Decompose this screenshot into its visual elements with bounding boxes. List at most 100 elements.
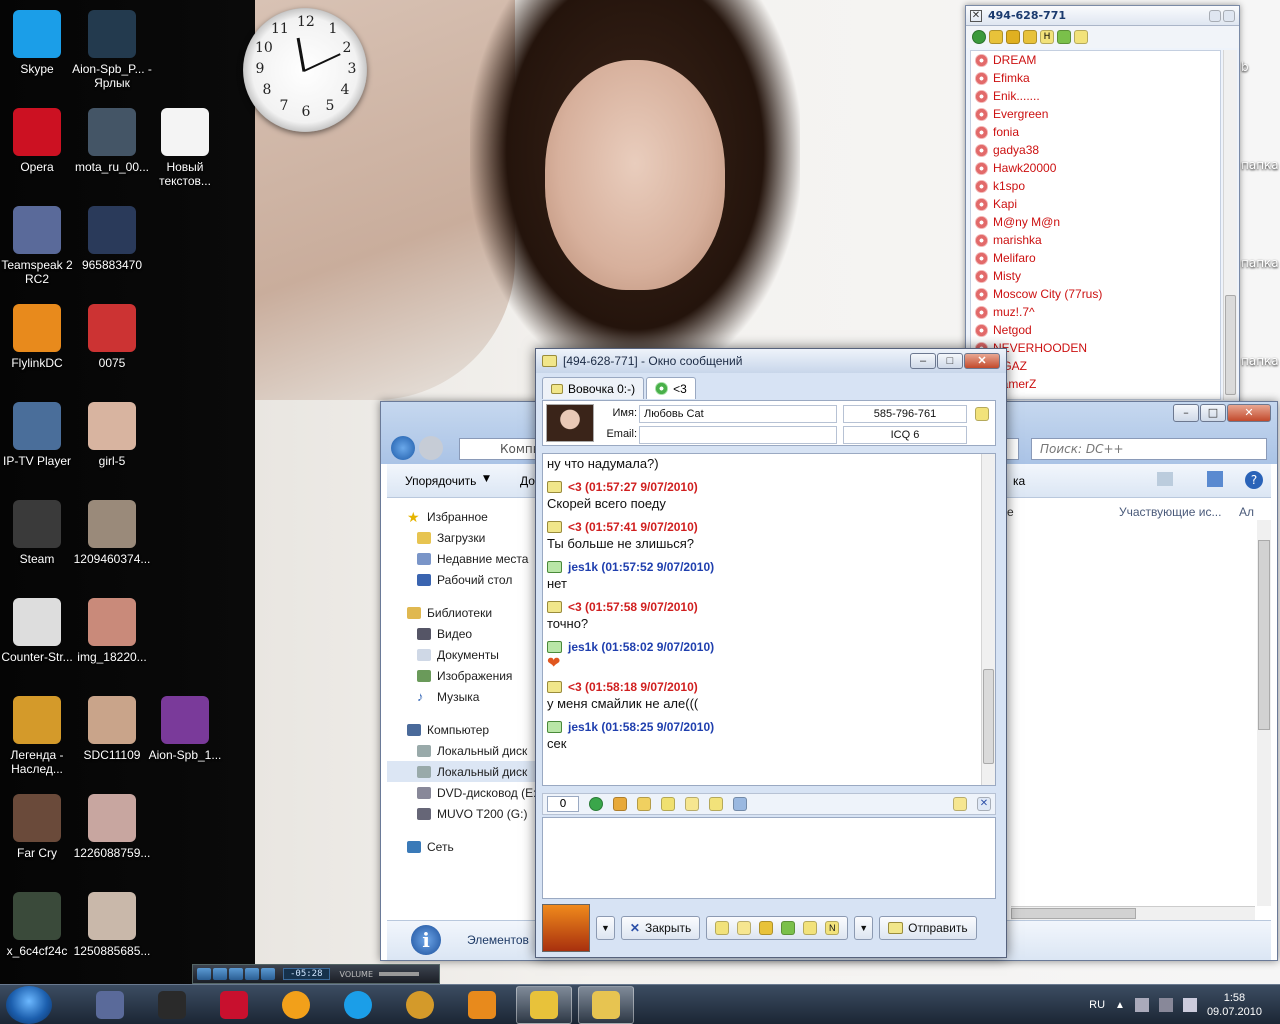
desktop-icon[interactable]: Far Cry	[0, 794, 79, 860]
column-header[interactable]: Ал	[1239, 505, 1254, 519]
search-input[interactable]: Поиск: DC++	[1031, 438, 1267, 460]
network-icon[interactable]	[1158, 998, 1173, 1012]
close-icon[interactable]: ✕	[970, 9, 982, 22]
taskbar-counter-strike[interactable]	[144, 986, 200, 1024]
taskbar-skype[interactable]	[330, 986, 386, 1024]
nav-computer[interactable]: Компьютер	[387, 719, 539, 740]
message-history[interactable]: ну что надумала?) <3 (01:57:27 9/07/2010…	[542, 453, 996, 786]
star-icon[interactable]	[685, 797, 699, 811]
user-info-icon[interactable]	[975, 407, 989, 421]
book-icon[interactable]	[759, 921, 774, 935]
taskbar-aimp[interactable]	[268, 986, 324, 1024]
contact-list-titlebar[interactable]: ✕ 494-628-771	[966, 6, 1239, 26]
back-icon[interactable]	[391, 436, 415, 460]
clock-gadget[interactable]: 12 1 2 3 4 5 6 7 8 9 10 11	[243, 8, 367, 132]
nav-item-recent[interactable]: Недавние места	[387, 548, 539, 569]
close-window-icon[interactable]	[1223, 9, 1235, 22]
taskbar-teamspeak[interactable]	[82, 986, 138, 1024]
message-window[interactable]: [494-628-771] - Окно сообщений – □ ✕ Вов…	[535, 348, 1007, 958]
contact-item[interactable]: Evergreen	[971, 105, 1220, 123]
nav-favorites[interactable]: ★ Избранное	[387, 506, 539, 527]
second-menu[interactable]: До	[520, 474, 535, 488]
nav-item-documents[interactable]: Документы	[387, 644, 539, 665]
tab-heart[interactable]: <3	[646, 377, 696, 399]
restore-icon[interactable]	[1209, 9, 1221, 22]
horizontal-scrollbar[interactable]	[1011, 906, 1255, 920]
scroll-thumb[interactable]	[1225, 295, 1236, 395]
view-icon[interactable]	[1157, 472, 1173, 486]
desktop-icon[interactable]: FlylinkDC	[0, 304, 79, 370]
taskbar-explorer[interactable]	[578, 985, 634, 1024]
nav-item-desktop[interactable]: Рабочий стол	[387, 569, 539, 590]
nav-item-video[interactable]: Видео	[387, 623, 539, 644]
play-icon[interactable]	[197, 968, 211, 980]
start-button[interactable]	[6, 985, 52, 1024]
action-center-icon[interactable]	[1134, 998, 1149, 1012]
nav-libraries[interactable]: Библиотеки	[387, 602, 539, 623]
contact-item[interactable]: laze	[971, 393, 1220, 399]
partial-menu[interactable]: ка	[1013, 474, 1025, 488]
taskbar-mirc[interactable]	[206, 986, 262, 1024]
desktop-icon[interactable]: girl-5	[70, 402, 154, 468]
desktop-icon[interactable]: Aion-Spb_1...	[143, 696, 227, 762]
nav-item-disk[interactable]: Локальный диск	[387, 740, 539, 761]
taskbar-legend[interactable]	[392, 986, 448, 1024]
message-window-titlebar[interactable]: [494-628-771] - Окно сообщений – □ ✕	[536, 349, 1006, 373]
maximize-button[interactable]: □	[1200, 404, 1226, 422]
n-icon[interactable]: N	[825, 921, 840, 935]
desktop-icon[interactable]: x_6c4cf24c	[0, 892, 79, 958]
history-icon[interactable]	[709, 797, 723, 811]
taskbar-icq[interactable]	[516, 985, 572, 1024]
text-icon[interactable]	[737, 921, 752, 935]
contact-item[interactable]: Kapi	[971, 195, 1220, 213]
settings-icon[interactable]	[1057, 30, 1071, 44]
pause-icon[interactable]	[213, 968, 227, 980]
save-icon[interactable]	[661, 797, 675, 811]
desktop-icon[interactable]: Aion-Spb_P... - Ярлык	[70, 10, 154, 90]
send-button[interactable]: Отправить	[879, 916, 977, 940]
contact-item[interactable]: Netgod	[971, 321, 1220, 339]
next-icon[interactable]	[261, 968, 275, 980]
desktop-icon[interactable]: Легенда - Наслед...	[0, 696, 79, 776]
close-button[interactable]: ✕	[1227, 404, 1271, 422]
contact-item[interactable]: NamerZ	[971, 375, 1220, 393]
settings-icon[interactable]	[781, 921, 796, 935]
users-icon[interactable]	[1023, 30, 1037, 44]
maximize-button[interactable]: □	[937, 353, 963, 369]
desktop-icon[interactable]: 1250885685...	[70, 892, 154, 958]
contact-item[interactable]: gadya38	[971, 141, 1220, 159]
status-online-icon[interactable]	[972, 30, 986, 44]
scroll-thumb[interactable]	[1011, 908, 1136, 919]
volume-icon[interactable]	[1182, 998, 1197, 1012]
desktop-icon[interactable]: IP-TV Player	[0, 402, 79, 468]
uin-field[interactable]: 585-796-761	[843, 405, 967, 423]
image-icon[interactable]	[733, 797, 747, 811]
contact-item[interactable]: M@ny M@n	[971, 213, 1220, 231]
nav-item-music[interactable]: ♪ Музыка	[387, 686, 539, 707]
desktop-icon[interactable]: 1209460374...	[70, 500, 154, 566]
contact-item[interactable]: Hawk20000	[971, 159, 1220, 177]
my-avatar[interactable]	[542, 904, 590, 952]
contact-item[interactable]: marishka	[971, 231, 1220, 249]
contact-item[interactable]: Melifaro	[971, 249, 1220, 267]
vertical-scrollbar[interactable]	[1257, 520, 1271, 906]
contact-item[interactable]: NEVERHOODEN	[971, 339, 1220, 357]
chevron-down-icon[interactable]: ▼	[483, 474, 490, 484]
volume-slider[interactable]	[379, 972, 420, 976]
contact-item[interactable]: GGAZ	[971, 357, 1220, 375]
scroll-thumb[interactable]	[1258, 540, 1270, 730]
quote-icon[interactable]	[715, 921, 730, 935]
language-indicator[interactable]: RU	[1089, 999, 1105, 1011]
tab-vovochka[interactable]: Вовочка 0:-)	[542, 377, 645, 399]
scroll-thumb[interactable]	[983, 669, 994, 764]
notes-icon[interactable]	[953, 797, 967, 811]
contact-list[interactable]: DREAM Efimka Enik....... Evergreen fonia gady…	[970, 50, 1221, 400]
info-icon[interactable]	[1074, 30, 1088, 44]
desktop-icon[interactable]: 965883470	[70, 206, 154, 272]
close-chat-button[interactable]: ✕ Закрыть	[620, 916, 701, 940]
desktop-icon[interactable]: 1226088759...	[70, 794, 154, 860]
close-button[interactable]: ✕	[964, 353, 1000, 369]
client-field[interactable]: ICQ 6	[843, 426, 967, 444]
nav-item-downloads[interactable]: Загрузки	[387, 527, 539, 548]
text-format-icon[interactable]	[613, 797, 627, 811]
